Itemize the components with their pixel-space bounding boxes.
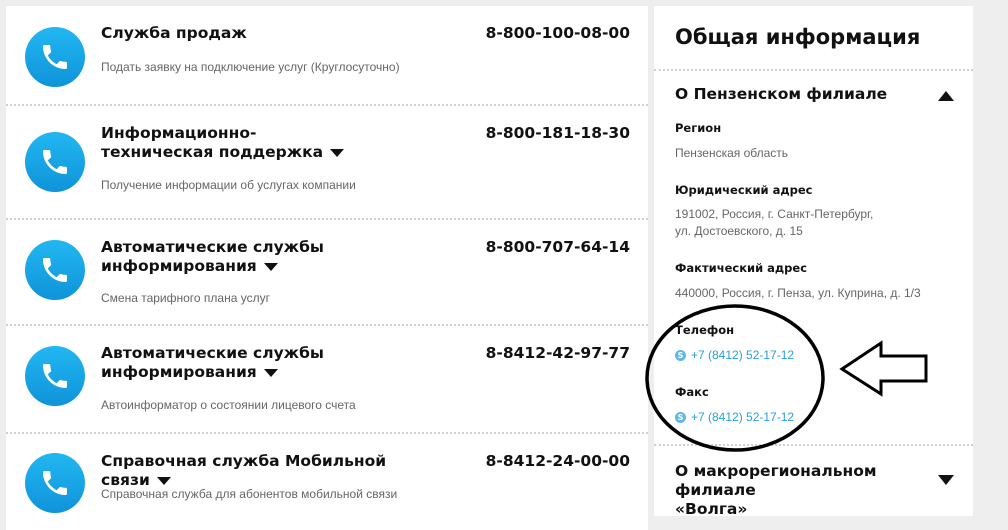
region-label: Регион	[675, 121, 722, 135]
service-title: Служба продаж	[101, 24, 247, 42]
service-row-auto-info-2: Автоматические службы информирования Авт…	[6, 326, 648, 434]
chevron-down-icon[interactable]	[263, 262, 278, 271]
info-title: Общая информация	[675, 25, 921, 49]
phone-link-text[interactable]: +7 (8412) 52-17-12	[691, 348, 794, 362]
fax-link-text[interactable]: +7 (8412) 52-17-12	[691, 410, 794, 424]
actual-address-value: 440000, Россия, г. Пенза, ул. Куприна, д…	[675, 286, 921, 300]
macro-branch-heading[interactable]: О макрорегиональном филиале «Волга»	[675, 462, 935, 519]
services-panel: Служба продаж Подать заявку на подключен…	[6, 6, 648, 530]
region-value: Пензенская область	[675, 146, 789, 160]
divider	[654, 444, 973, 446]
fax-label: Факс	[675, 385, 709, 399]
service-phone-number[interactable]: 8-800-100-08-00	[486, 24, 630, 42]
service-description: Получение информации об услугах компании	[101, 178, 356, 192]
chevron-down-icon[interactable]	[330, 148, 345, 157]
service-phone-number[interactable]: 8-800-181-18-30	[486, 124, 630, 142]
service-row-support: Информационно-техническая поддержка Полу…	[6, 106, 648, 220]
branch-heading[interactable]: О Пензенском филиале	[675, 85, 925, 104]
phone-icon[interactable]	[25, 453, 85, 513]
service-phone-number[interactable]: 8-8412-24-00-00	[486, 452, 630, 470]
phone-icon[interactable]	[25, 346, 85, 406]
divider	[654, 69, 973, 71]
service-description: Подать заявку на подключение услуг (Круг…	[101, 60, 400, 74]
actual-address-label: Фактический адрес	[675, 261, 808, 275]
service-title[interactable]: Информационно-техническая поддержка	[101, 124, 361, 162]
service-row-sales: Служба продаж Подать заявку на подключен…	[6, 6, 648, 106]
service-title[interactable]: Автоматические службы информирования	[101, 238, 341, 276]
phone-link[interactable]: S +7 (8412) 52-17-12	[675, 348, 794, 362]
skype-icon: S	[675, 349, 686, 361]
service-title[interactable]: Автоматические службы информирования	[101, 344, 341, 382]
legal-address-line1: 191002, Россия, г. Санкт-Петербург,	[675, 207, 874, 221]
chevron-down-icon[interactable]	[938, 475, 954, 485]
service-description: Автоинформатор о состоянии лицевого счет…	[101, 398, 356, 412]
skype-icon: S	[675, 411, 686, 423]
fax-link[interactable]: S +7 (8412) 52-17-12	[675, 410, 794, 424]
macro-heading-line1: О макрорегиональном филиале	[675, 462, 877, 499]
service-title[interactable]: Справочная служба Мобильной связи	[101, 452, 431, 490]
phone-icon[interactable]	[25, 132, 85, 192]
phone-icon[interactable]	[25, 240, 85, 300]
chevron-down-icon[interactable]	[156, 476, 171, 485]
phone-label: Телефон	[675, 323, 735, 337]
service-row-mobile-help: Справочная служба Мобильной связи Справо…	[6, 434, 648, 530]
phone-icon[interactable]	[25, 27, 85, 87]
info-panel: Общая информация О Пензенском филиале Ре…	[654, 6, 973, 519]
service-phone-number[interactable]: 8-800-707-64-14	[486, 238, 630, 256]
chevron-up-icon[interactable]	[938, 91, 954, 101]
legal-address-label: Юридический адрес	[675, 183, 813, 197]
macro-heading-line2: «Волга»	[675, 500, 748, 518]
service-description: Справочная служба для абонентов мобильно…	[101, 487, 398, 501]
service-row-auto-info-1: Автоматические службы информирования Сме…	[6, 220, 648, 326]
chevron-down-icon[interactable]	[263, 368, 278, 377]
service-phone-number[interactable]: 8-8412-42-97-77	[486, 344, 630, 362]
legal-address-line2: ул. Достоевского, д. 15	[675, 224, 803, 238]
service-description: Смена тарифного плана услуг	[101, 291, 270, 305]
